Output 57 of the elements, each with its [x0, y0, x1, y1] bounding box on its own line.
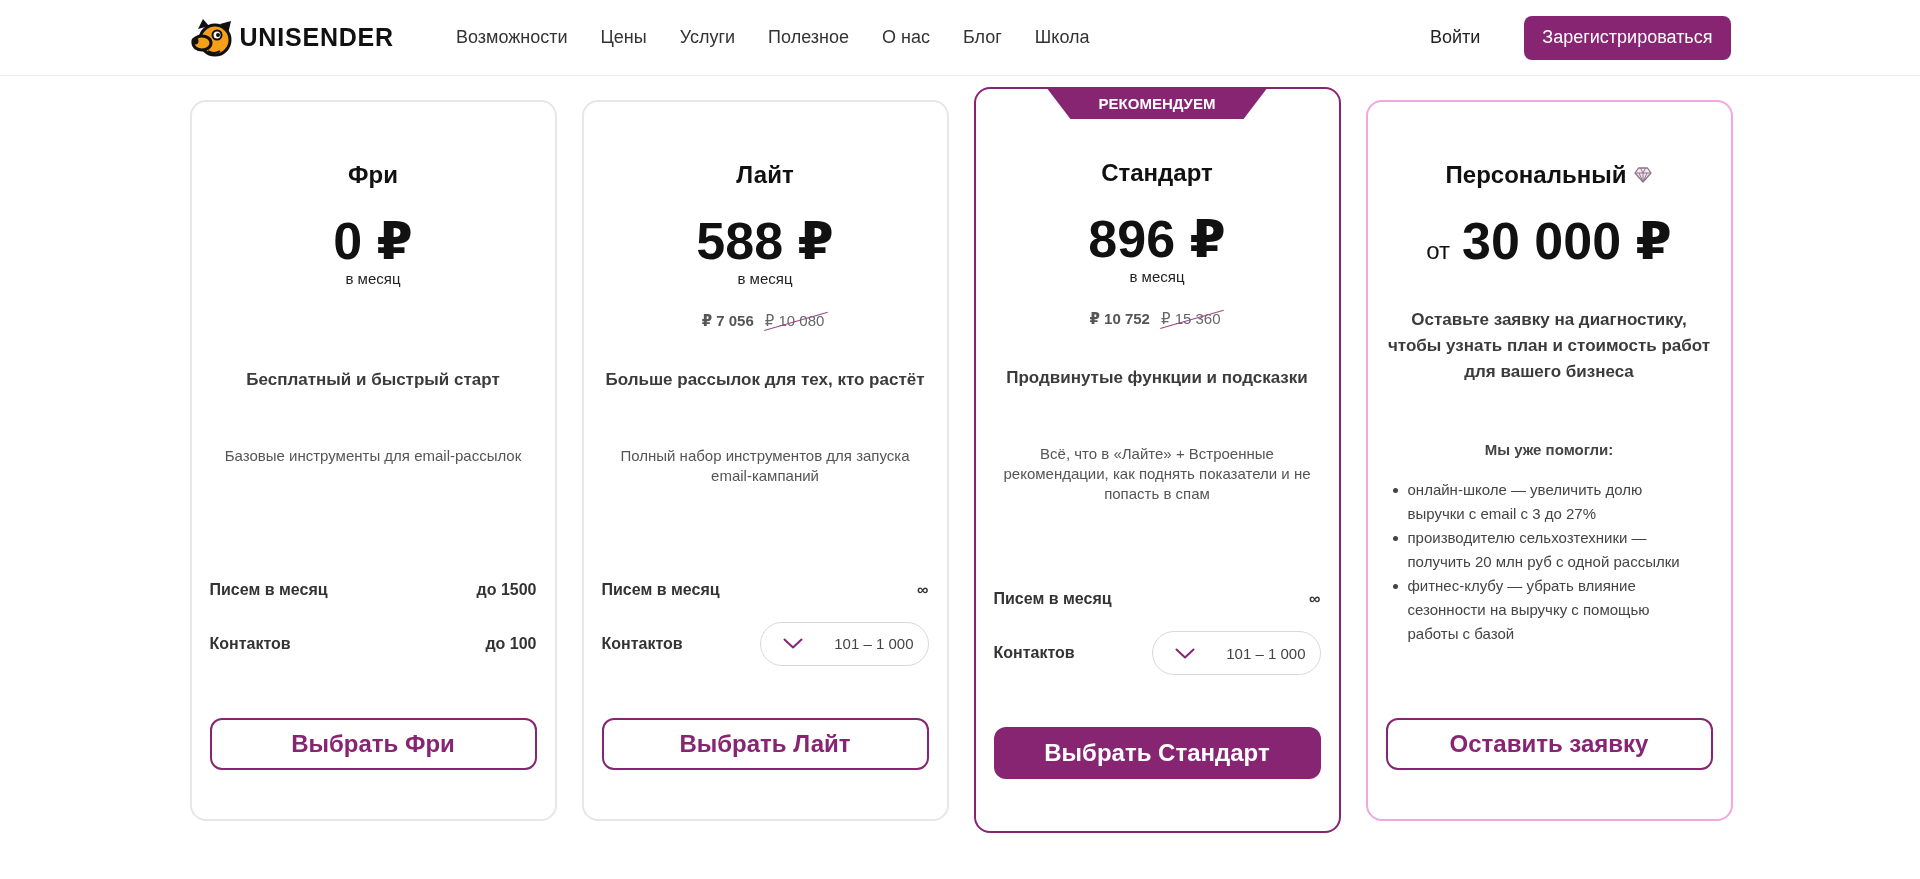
price-period: в месяц	[737, 268, 793, 289]
feature-label: Контактов	[601, 634, 683, 653]
plan-description: Всё, что в «Лайте» + Встроенные рекомендации, как поднять показатели и не попасть в спам	[1002, 444, 1312, 504]
price-prefix: от	[1426, 236, 1451, 265]
plan-name: Лайт	[736, 159, 794, 190]
contacts-select[interactable]: 101 – 1 000	[759, 621, 929, 666]
plan-subtitle: Больше рассылок для тех, кто растёт	[605, 368, 925, 391]
nav-link[interactable]: Полезное	[768, 27, 849, 48]
contacts-select[interactable]: 101 – 1 000	[1151, 631, 1321, 675]
request-button[interactable]: Оставить заявку	[1385, 717, 1713, 770]
choose-plan-button[interactable]: Выбрать Лайт	[601, 717, 929, 770]
plan-subtitle: Продвинутые функции и подсказки	[1006, 367, 1308, 389]
plan-price: 30 000 ₽	[1462, 212, 1672, 269]
bullet-icon	[1392, 583, 1398, 589]
price-period: в месяц	[345, 268, 401, 289]
yearly-price: ₽ 7 056	[701, 310, 754, 331]
case-item: фитнес-клубу — убрать влияние сезонности на выручку с помощью работы с базой	[1407, 575, 1651, 644]
plan-description: Базовые инструменты для email-рассылок	[224, 445, 522, 466]
yearly-price: ₽ 10 752	[1089, 309, 1150, 329]
plan-price: 588 ₽	[696, 212, 834, 269]
plan-name: Персональный	[1445, 159, 1627, 190]
plan-name: Стандарт	[1101, 158, 1213, 188]
bullet-icon	[1392, 487, 1398, 493]
dog-logo-icon[interactable]	[189, 17, 234, 58]
choose-plan-button[interactable]: Выбрать Фри	[209, 717, 537, 770]
plan-price: 896 ₽	[1088, 211, 1226, 267]
plan-description: Полный набор инструментов для запуска email-кампаний	[619, 445, 911, 486]
nav-link[interactable]: О нас	[881, 27, 930, 48]
recommended-badge: РЕКОМЕНДУЕМ	[1046, 87, 1268, 119]
nav-link[interactable]: Цены	[600, 27, 647, 48]
cases-title: Мы уже помогли:	[1484, 439, 1614, 460]
nav-link[interactable]: Блог	[962, 27, 1002, 48]
nav-link[interactable]: Услуги	[679, 27, 736, 48]
feature-label: Писем в месяц	[993, 590, 1112, 608]
chevron-down-icon	[1174, 647, 1195, 659]
diamond-icon	[1634, 166, 1653, 183]
nav-link[interactable]: Школа	[1034, 27, 1090, 48]
nav-link[interactable]: Возможности	[455, 27, 568, 48]
bullet-icon	[1392, 535, 1398, 541]
feature-label: Писем в месяц	[601, 580, 720, 599]
feature-label: Контактов	[993, 644, 1075, 662]
plan-name: Фри	[348, 159, 398, 190]
feature-value: до 100	[485, 634, 537, 653]
plan-description: Оставьте заявку на диагностику, чтобы узнать план и стоимость работ для вашего бизнеса	[1386, 308, 1712, 383]
chevron-down-icon	[782, 638, 803, 649]
feature-value: ∞	[917, 580, 929, 599]
plan-subtitle: Бесплатный и быстрый старт	[246, 368, 500, 391]
feature-value: до 1500	[476, 580, 537, 599]
price-period: в месяц	[1129, 267, 1185, 287]
feature-value: ∞	[1309, 590, 1321, 608]
feature-label: Писем в месяц	[209, 580, 328, 599]
feature-label: Контактов	[209, 634, 291, 653]
logo-text[interactable]: UNISENDER	[239, 23, 394, 52]
login-link[interactable]: Войти	[1429, 27, 1481, 48]
choose-plan-button[interactable]: Выбрать Стандарт	[993, 727, 1321, 779]
plan-price: 0 ₽	[333, 212, 413, 269]
signup-button[interactable]: Зарегистрироваться	[1524, 15, 1731, 60]
